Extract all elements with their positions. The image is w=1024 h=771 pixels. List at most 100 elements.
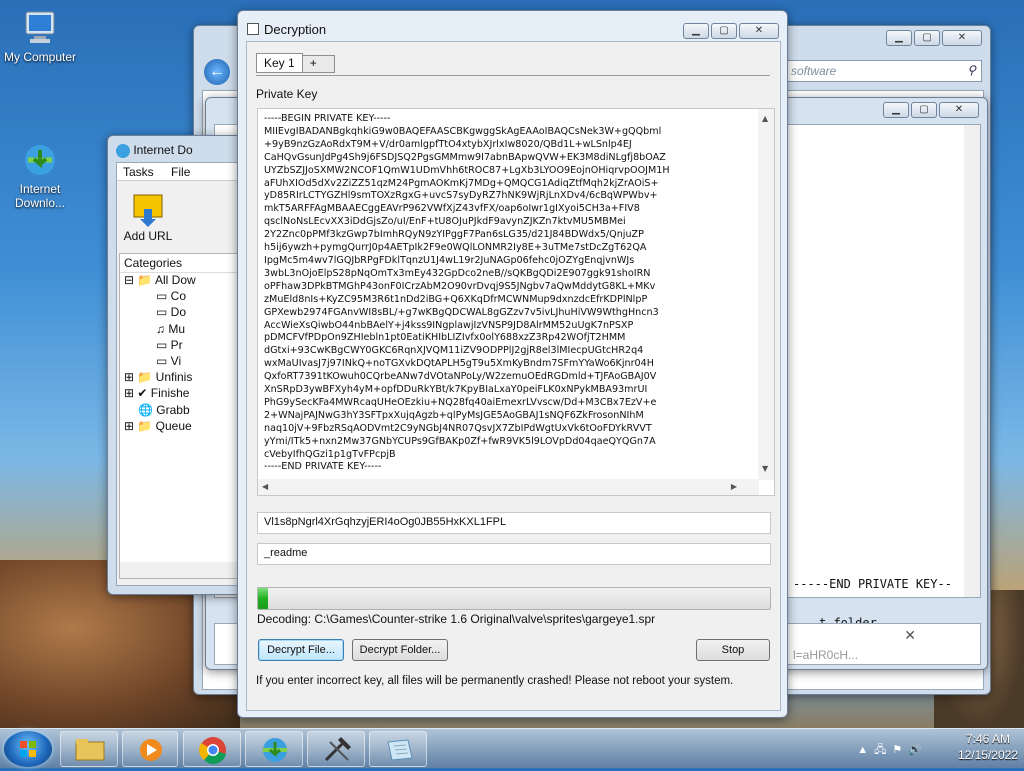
decrypt-folder-button[interactable]: Decrypt Folder... — [352, 639, 448, 661]
tree-item[interactable]: ▭ Co — [124, 288, 196, 304]
network-icon[interactable]: 🖧 — [874, 744, 892, 756]
scroll-down-arrow-icon[interactable]: ▼ — [762, 463, 768, 476]
private-key-line: CaHQvGsunJdPg4Sh9j6FSDJSQ2PgsGMMmw9I7abn… — [264, 151, 666, 163]
decrypt-file-button[interactable]: Decrypt File... — [258, 639, 344, 661]
taskbar-idm[interactable] — [245, 731, 303, 767]
progress-fill — [258, 588, 269, 609]
close-button[interactable]: ✕ — [942, 30, 982, 46]
private-key-line: MIIEvgIBADANBgkqhkiG9w0BAQEFAASCBKgwggSk… — [264, 125, 662, 137]
window-controls: ▁ ▢ ✕ — [886, 30, 982, 46]
desktop-icon-label: Internet Downlo... — [14, 182, 66, 210]
desktop-icon-my-computer[interactable]: My Computer — [0, 8, 80, 64]
private-key-line: 2+WNajPAJNwG3hY3SFTpxXujqAgzb+qlPyMsJGE5… — [264, 409, 644, 421]
idm-window[interactable]: Internet Do Tasks File Add URL Categorie… — [107, 135, 247, 595]
private-key-line: -----END PRIVATE KEY----- — [264, 461, 382, 473]
tree-item[interactable]: ▭ Do — [124, 304, 196, 320]
maximize-button[interactable]: ▢ — [711, 23, 737, 39]
tree-item[interactable]: 🌐 Grabb — [124, 402, 196, 418]
tree-item[interactable]: ▭ Pr — [124, 337, 196, 353]
url-fragment: l=aHR0cH... — [793, 648, 859, 662]
tree-item[interactable]: ⊞ 📁 Queue — [124, 418, 196, 434]
extension-field[interactable]: _readme — [257, 543, 771, 565]
menu-file[interactable]: File — [171, 165, 190, 179]
taskbar-explorer[interactable] — [60, 731, 118, 767]
tree-item[interactable]: ▭ Vi — [124, 353, 196, 369]
desktop-icon-idm[interactable]: Internet Downlo... — [0, 112, 80, 224]
tab-add[interactable]: + — [302, 55, 335, 73]
maximize-button[interactable]: ▢ — [911, 102, 937, 118]
private-key-line: qsclNoNsLEcvXX3iDdGjsZo/uI/EnF+tU8OJuPJk… — [264, 216, 626, 228]
private-key-line: -----BEGIN PRIVATE KEY----- — [264, 113, 391, 124]
tree-item[interactable]: ⊞ 📁 Unfinis — [124, 369, 196, 385]
taskbar-notepad[interactable] — [369, 731, 427, 767]
private-key-line: PhG9ySecKFa4MWRcaqUHeOEzkiu+NQ28fq40aiEm… — [264, 396, 657, 408]
warning-text: If you enter incorrect key, all files wi… — [256, 675, 734, 687]
decryption-dialog[interactable]: Decryption ▁ ▢ ✕ Key 1 + Private Key ---… — [237, 10, 788, 718]
tree-item[interactable]: ♫ Mu — [124, 321, 196, 337]
private-key-line: naq10jV+9FbzRSqAODVmt2C9yNGbJ4NR07QsvJX7… — [264, 422, 652, 434]
minimize-button[interactable]: ▁ — [883, 102, 909, 118]
horizontal-scrollbar[interactable]: ◀ ▶ — [258, 479, 759, 495]
volume-icon[interactable]: 🔊 — [908, 744, 928, 756]
minimize-button[interactable]: ▁ — [886, 30, 912, 46]
private-key-line: cVebyIfhQGzi1p1gTvFPcpjB — [264, 448, 396, 460]
private-key-line: h5ij6ywzh+pymgQurrJ0p4AETpIk2F9e0WQlLONM… — [264, 242, 647, 254]
categories-panel: Categories ⊟ 📁 All Dow ▭ Co ▭ Do ♫ Mu ▭ … — [119, 253, 239, 579]
tree-item[interactable]: ⊞ ✔ Finishe — [124, 385, 196, 401]
menu-tasks[interactable]: Tasks — [123, 165, 154, 179]
action-center-icon[interactable]: ⚑ — [892, 744, 908, 756]
tree-item[interactable]: ⊟ 📁 All Dow — [124, 272, 196, 288]
stop-button[interactable]: Stop — [696, 639, 770, 661]
taskbar-chrome[interactable] — [183, 731, 241, 767]
private-key-line: 2Y2Znc0pPMf3kzGwp7bImhRQyN9zYIPggF7Pan6s… — [264, 229, 644, 241]
key-id-field[interactable]: Vl1s8pNgrl4XrGqhzyjERI4oOg0JB55HxKXL1FPL — [257, 512, 771, 534]
clock[interactable]: 7:46 AM 12/15/2022 — [958, 731, 1018, 763]
private-key-line: yD85RIrLCTYGZHl9smTOXzRgxG+uvcS7syDyRZ7h… — [264, 190, 658, 202]
taskbar-media-player[interactable] — [122, 731, 178, 767]
dialog-client: Key 1 + Private Key -----BEGIN PRIVATE K… — [246, 41, 781, 711]
close-icon[interactable]: ✕ — [904, 627, 916, 644]
vertical-scrollbar[interactable]: ▲ ▼ — [758, 109, 774, 480]
idm-globe-icon — [263, 738, 287, 762]
private-key-line: mkT5ARFFAgMBAAECggEAVrP962VWfXjZ43vfFX/o… — [264, 203, 640, 215]
system-tray-icons[interactable]: ▲🖧⚑🔊 — [857, 741, 928, 760]
tab-divider — [256, 75, 770, 76]
window-title: Internet Do — [133, 143, 193, 157]
tab-key-1[interactable]: Key 1 — [256, 53, 303, 73]
private-key-line: +9yB9nzGzAoRdxT9M+V/dr0amlgpfTtO4xtybXJr… — [264, 138, 632, 150]
categories-title: Categories — [120, 254, 238, 273]
minimize-button[interactable]: ▁ — [683, 23, 709, 39]
desktop-icon-label: My Computer — [3, 50, 77, 64]
maximize-button[interactable]: ▢ — [914, 30, 940, 46]
private-key-line: GPXewb2974FGAnvWI8sBL/+g7wKBgQDCWAL8gGZz… — [264, 306, 659, 318]
private-key-line: dGtxi+93CwKBgCWY0GKC6RqnXJVQM11iZV9ODPPl… — [264, 345, 644, 357]
media-player-icon — [140, 739, 162, 761]
tray-expand-icon[interactable]: ▲ — [857, 744, 874, 756]
horizontal-scrollbar[interactable] — [120, 562, 238, 578]
chrome-icon — [199, 737, 226, 764]
hammer-icon — [324, 737, 351, 762]
window-controls: ▁ ▢ ✕ — [683, 23, 779, 39]
clock-date: 12/15/2022 — [957, 748, 1018, 762]
taskbar: ▲🖧⚑🔊 7:46 AM 12/15/2022 — [0, 728, 1024, 768]
private-key-line: IpgMc5m4wv7lGQJbRPgFDklTqnzU1J4wL19r2JuN… — [264, 254, 635, 266]
vertical-scrollbar[interactable] — [964, 125, 980, 597]
clock-time: 7:46 AM — [965, 732, 1010, 746]
add-url-icon — [130, 189, 166, 229]
private-key-textarea[interactable]: -----BEGIN PRIVATE KEY----- MIIEvgIBADANB… — [257, 108, 775, 496]
search-icon[interactable]: ⚲ — [967, 63, 976, 77]
add-url-button[interactable]: Add URL — [121, 189, 175, 243]
close-button[interactable]: ✕ — [739, 23, 779, 39]
scroll-right-arrow-icon[interactable]: ▶ — [731, 481, 737, 494]
search-input[interactable]: software ⚲ — [784, 60, 982, 82]
back-arrow-icon[interactable]: ← — [204, 59, 230, 85]
taskbar-hammer-app[interactable] — [307, 731, 365, 767]
category-tree: ⊟ 📁 All Dow ▭ Co ▭ Do ♫ Mu ▭ Pr ▭ Vi ⊞ 📁… — [124, 272, 196, 434]
text-line: -----END PRIVATE KEY-- — [793, 577, 952, 591]
private-key-label: Private Key — [256, 87, 318, 101]
close-button[interactable]: ✕ — [939, 102, 979, 118]
idm-globe-icon — [20, 126, 60, 175]
scroll-left-arrow-icon[interactable]: ◀ — [262, 481, 268, 494]
start-button[interactable] — [4, 731, 52, 767]
scroll-up-arrow-icon[interactable]: ▲ — [762, 113, 768, 126]
